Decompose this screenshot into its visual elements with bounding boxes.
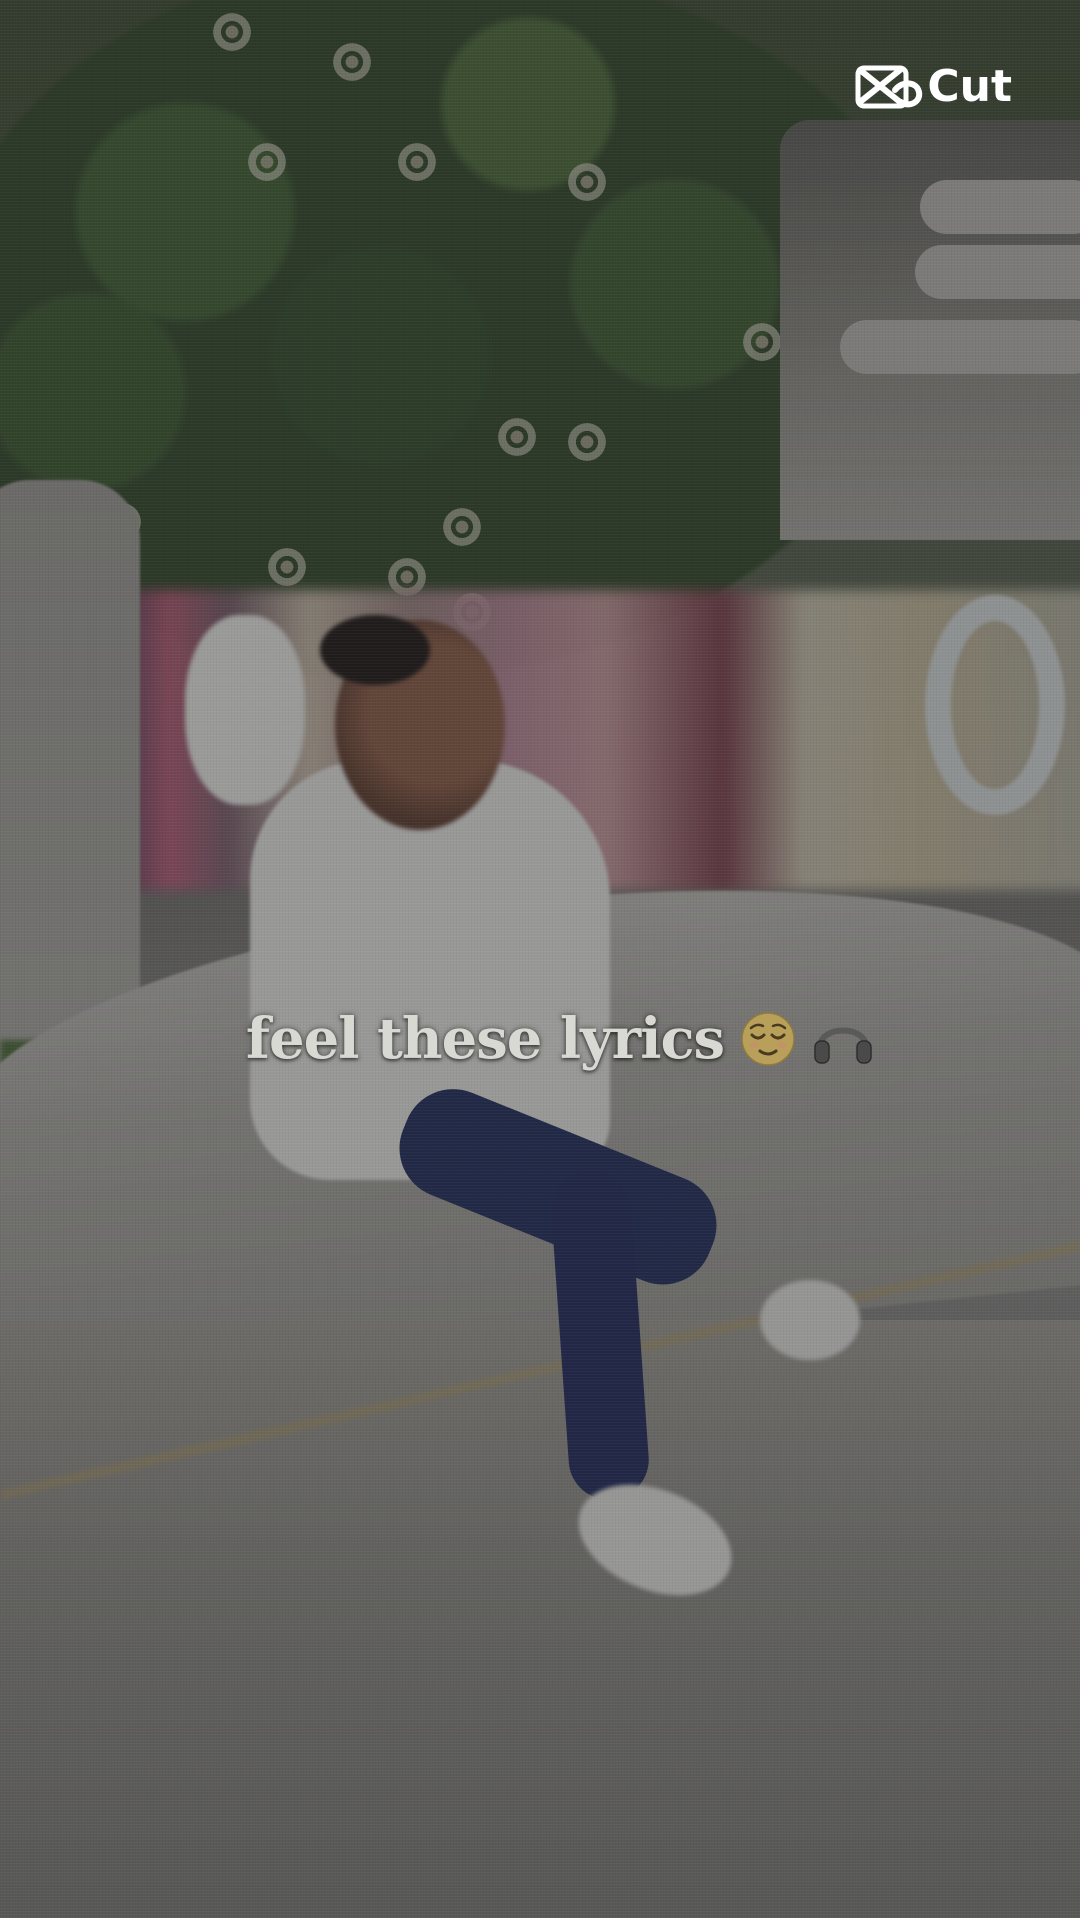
flower-decoration bbox=[440, 505, 484, 549]
capcut-logo-icon bbox=[855, 65, 923, 109]
capcut-watermark: Cut bbox=[855, 62, 1012, 112]
flower-decoration bbox=[565, 160, 609, 204]
person-shoe bbox=[760, 1280, 860, 1360]
headphones-icon bbox=[814, 1027, 872, 1064]
person-hair bbox=[320, 615, 430, 685]
watermark-text: Cut bbox=[927, 61, 1012, 112]
ground bbox=[0, 1320, 1080, 1918]
relieved-face-icon bbox=[741, 1012, 795, 1066]
video-frame: Cut feel these lyrics bbox=[0, 0, 1080, 1918]
flower-decoration bbox=[395, 140, 439, 184]
flower-decoration bbox=[265, 545, 309, 589]
caption-text: feel these lyrics bbox=[245, 1006, 725, 1072]
flower-decoration bbox=[245, 140, 289, 184]
ring-decoration bbox=[925, 595, 1065, 815]
flower-decoration bbox=[495, 415, 539, 459]
flower-decoration bbox=[210, 10, 254, 54]
flower-decoration bbox=[565, 420, 609, 464]
flower-decoration bbox=[740, 320, 784, 364]
wall-stripe bbox=[920, 180, 1080, 234]
wall-stripe bbox=[840, 320, 1080, 374]
caption: feel these lyrics bbox=[0, 1006, 1080, 1072]
person-hand bbox=[185, 615, 305, 805]
wall-stripe bbox=[915, 245, 1080, 299]
flower-decoration bbox=[330, 40, 374, 84]
